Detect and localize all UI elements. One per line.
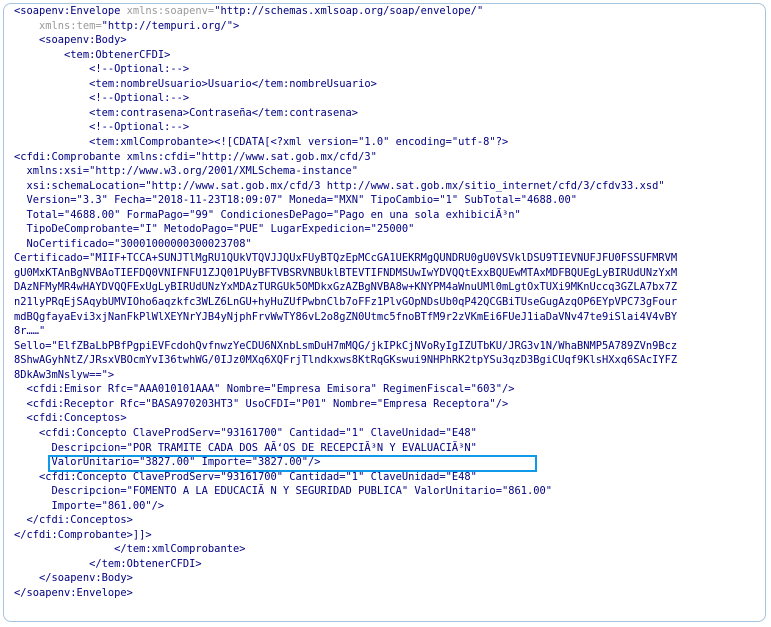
code-line: <soapenv:Envelope xmlns:soapenv="http://… xyxy=(14,4,483,18)
code-token: DAzNFMyMR4wHAYDVQQFExUgLyBIRUdUNzYxMDAzT… xyxy=(14,281,678,294)
code-token: <!--Optional:--> xyxy=(14,121,190,134)
code-token: "http://tempuri.org/"> xyxy=(101,19,240,32)
code-line: Total="4688.00" FormaPago="99" Condicion… xyxy=(14,208,521,222)
code-line: <cfdi:Concepto ClaveProdServ="93161700" … xyxy=(14,426,477,440)
code-line: n21lyPRqEjSAqybUMVIOho6aqzkfc3WLZ6LnGU+h… xyxy=(14,295,677,309)
code-line: <cfdi:Concepto ClaveProdServ="93161700" … xyxy=(14,470,477,484)
code-token: </tem:ObtenerCFDI> xyxy=(14,557,202,570)
code-token: NoCertificado="30001000000300023708" xyxy=(14,237,252,250)
code-token: TipoDeComprobante="I" MetodoPago="PUE" L… xyxy=(14,223,415,236)
code-token: "http://schemas.xmlsoap.org/soap/envelop… xyxy=(214,5,484,17)
code-line: Sello="ElfZBaLbPBfPgpiEVFcdohQvfnwzYeCDU… xyxy=(14,339,677,353)
code-token: n21lyPRqEjSAqybUMVIOho6aqzkfc3WLZ6LnGU+h… xyxy=(14,296,678,308)
code-line: <cfdi:Emisor Rfc="AAA010101AAA" Nombre="… xyxy=(14,382,515,396)
code-line: Importe="861.00"/> xyxy=(14,499,165,513)
code-token: <soapenv:Body> xyxy=(14,34,127,47)
code-line: <cfdi:Conceptos> xyxy=(14,411,127,425)
code-line: <tem:contrasena>Contraseña</tem:contrase… xyxy=(14,106,358,120)
code-token: xsi:schemaLocation="http://www.sat.gob.m… xyxy=(14,179,665,192)
code-token: <cfdi:Conceptos> xyxy=(14,412,127,425)
code-token: <tem:xmlComprobante><![CDATA[<?xml versi… xyxy=(14,135,509,148)
code-token: ValorUnitario="3827.00" Importe="3827.00… xyxy=(14,456,321,469)
code-token: <tem:contrasena>Contraseña</tem:contrase… xyxy=(14,106,359,119)
code-line: ValorUnitario="3827.00" Importe="3827.00… xyxy=(14,455,321,469)
code-token: xmlns:xsi="http://www.w3.org/2001/XMLSch… xyxy=(14,165,359,178)
code-line: <!--Optional:--> xyxy=(14,120,189,134)
code-line: NoCertificado="30001000000300023708" xyxy=(14,237,252,251)
code-token: Version="3.3" Fecha="2018-11-23T18:09:07… xyxy=(14,194,578,207)
code-token: <cfdi:Emisor Rfc="AAA010101AAA" Nombre="… xyxy=(14,383,515,396)
code-token: <cfdi:Comprobante xmlns:cfdi="http://www… xyxy=(14,150,377,163)
xml-code-block: <soapenv:Envelope xmlns:soapenv="http://… xyxy=(0,0,771,627)
code-line: mdBQgfayaEvi3xjNanFkPlWlXEYNrYJB4yNjphFr… xyxy=(14,310,677,324)
code-line: xmlns:xsi="http://www.w3.org/2001/XMLSch… xyxy=(14,164,359,178)
code-line: </tem:xmlComprobante> xyxy=(14,542,245,556)
code-token: 8DkAw3mNslyw=="> xyxy=(14,368,115,381)
code-token: <cfdi:Receptor Rfc="BASA970203HT3" UsoCF… xyxy=(14,397,509,410)
code-line: Descripcion="FOMENTO A LA EDUCACIÃ N Y S… xyxy=(14,484,552,498)
code-line: <cfdi:Receptor Rfc="BASA970203HT3" UsoCF… xyxy=(14,397,509,411)
code-line: xsi:schemaLocation="http://www.sat.gob.m… xyxy=(14,179,665,193)
code-token: </soapenv:Body> xyxy=(14,572,133,585)
code-token: <!--Optional:--> xyxy=(14,92,190,105)
code-line: xmlns:tem="http://tempuri.org/"> xyxy=(14,19,239,33)
code-line: Descripcion="POR TRAMITE CADA DOS AÃ‘OS … xyxy=(14,441,477,455)
code-token: Certificado="MIIF+TCCA+SUNJTlMgRU1QUkVTQ… xyxy=(14,252,678,265)
code-token: gU0MxKTAnBgNVBAoTIEFDQ0VNIFNFU1ZJQ01PUyB… xyxy=(14,266,678,279)
code-line: <cfdi:Comprobante xmlns:cfdi="http://www… xyxy=(14,150,377,164)
code-line: Certificado="MIIF+TCCA+SUNJTlMgRU1QUkVTQ… xyxy=(14,251,677,265)
code-line: <!--Optional:--> xyxy=(14,62,189,76)
code-token: <tem:nombreUsuario>Usuario</tem:nombreUs… xyxy=(14,77,377,90)
code-token: Importe="861.00"/> xyxy=(14,499,165,512)
code-token: 8ShwAGyhNtZ/JRsxVBOcmYvI36twhWG/0IJz0MXq… xyxy=(14,354,678,367)
code-token: mdBQgfayaEvi3xjNanFkPlWlXEYNrYJB4yNjphFr… xyxy=(14,310,678,323)
code-line: </soapenv:Envelope> xyxy=(14,586,133,600)
code-line: <tem:nombreUsuario>Usuario</tem:nombreUs… xyxy=(14,77,377,91)
code-line: Version="3.3" Fecha="2018-11-23T18:09:07… xyxy=(14,193,578,207)
code-line: </tem:ObtenerCFDI> xyxy=(14,557,202,571)
code-line: <!--Optional:--> xyxy=(14,91,189,105)
code-line: 8r……" xyxy=(14,324,45,338)
code-token: <cfdi:Concepto ClaveProdServ="93161700" … xyxy=(14,426,477,439)
code-token: Descripcion="FOMENTO A LA EDUCACIÃ N Y S… xyxy=(14,485,552,498)
code-token: Sello="ElfZBaLbPBfPgpiEVFcdohQvfnwzYeCDU… xyxy=(14,339,678,352)
code-token: </soapenv:Envelope> xyxy=(14,587,133,599)
code-line: </soapenv:Body> xyxy=(14,571,133,585)
code-token: </cfdi:Comprobante>]]> xyxy=(14,528,152,541)
code-token: </tem:xmlComprobante> xyxy=(14,543,246,556)
code-token: Total="4688.00" FormaPago="99" Condicion… xyxy=(14,208,521,221)
code-token: <!--Optional:--> xyxy=(14,63,190,76)
code-line: 8DkAw3mNslyw=="> xyxy=(14,368,114,382)
code-token: <soapenv:Envelope xyxy=(14,5,127,17)
code-line: <tem:ObtenerCFDI> xyxy=(14,48,170,62)
code-token: <tem:ObtenerCFDI> xyxy=(14,48,171,61)
code-line: 8ShwAGyhNtZ/JRsxVBOcmYvI36twhWG/0IJz0MXq… xyxy=(14,353,677,367)
code-line: <soapenv:Body> xyxy=(14,33,127,47)
code-line: DAzNFMyMR4wHAYDVQQFExUgLyBIRUdUNzYxMDAzT… xyxy=(14,280,677,294)
code-line: </cfdi:Conceptos> xyxy=(14,513,133,527)
code-token: 8r……" xyxy=(14,325,46,338)
code-line: TipoDeComprobante="I" MetodoPago="PUE" L… xyxy=(14,222,415,236)
code-line: </cfdi:Comprobante>]]> xyxy=(14,528,152,542)
code-line: <tem:xmlComprobante><![CDATA[<?xml versi… xyxy=(14,135,508,149)
code-token: </cfdi:Conceptos> xyxy=(14,514,133,527)
code-line: gU0MxKTAnBgNVBAoTIEFDQ0VNIFNFU1ZJQ01PUyB… xyxy=(14,266,677,280)
code-token: <cfdi:Concepto ClaveProdServ="93161700" … xyxy=(14,470,477,483)
code-token: xmlns:soapenv= xyxy=(126,5,215,17)
code-token: xmlns:tem= xyxy=(39,19,102,32)
code-token: Descripcion="POR TRAMITE CADA DOS AÃ‘OS … xyxy=(14,441,477,454)
